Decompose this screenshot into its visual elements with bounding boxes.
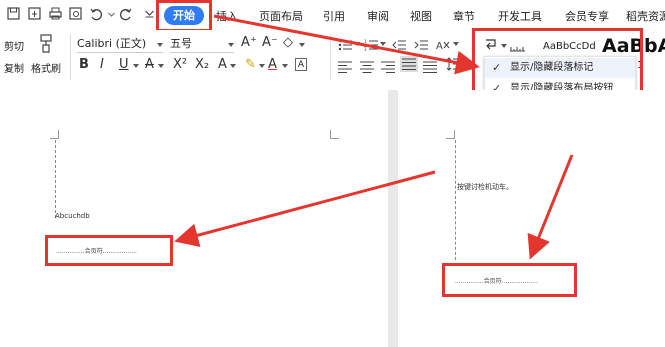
clear-format-dropdown-icon[interactable]	[299, 43, 305, 47]
bullet-list-icon[interactable]	[338, 36, 352, 51]
document-area: Abcuchdb 按键讨检机动车。	[0, 90, 665, 347]
numbered-list-icon[interactable]: 123	[364, 36, 378, 52]
font-size-select[interactable]: 五号	[170, 36, 234, 53]
align-right-icon[interactable]	[381, 58, 395, 73]
page-corner-mark	[446, 130, 455, 139]
font-name-dropdown-icon[interactable]	[157, 43, 163, 47]
page-corner-mark	[330, 130, 339, 139]
tab-section[interactable]: 章节	[453, 8, 475, 24]
tab-member[interactable]: 会员专享	[565, 8, 609, 24]
tab-insert[interactable]: 插入	[216, 8, 238, 24]
document-page-2[interactable]: 按键讨检机动车。	[398, 90, 665, 347]
underline-dropdown-icon[interactable]	[133, 64, 139, 68]
annotation-box-page-break-1: ...............合页符..................	[45, 235, 173, 266]
annotation-box-home-tab	[156, 0, 212, 32]
bold-icon[interactable]: B	[79, 58, 89, 72]
font-name-select[interactable]: Calibri (正文)	[77, 36, 163, 53]
export-pdf-icon[interactable]	[27, 6, 42, 21]
save-icon[interactable]	[6, 6, 21, 21]
underline-icon[interactable]: U	[119, 58, 129, 72]
tab-references[interactable]: 引用	[323, 8, 345, 24]
line-spacing-icon[interactable]	[446, 56, 460, 72]
font-color-icon[interactable]: A	[268, 58, 277, 72]
undo-dropdown-icon[interactable]	[104, 6, 115, 21]
chinese-layout-icon[interactable]: A	[436, 36, 450, 52]
print-icon[interactable]	[48, 6, 63, 21]
ribbon-divider	[70, 34, 71, 80]
print-preview-icon[interactable]	[68, 6, 83, 21]
strikethrough-icon[interactable]: A	[145, 58, 154, 72]
strikethrough-dropdown-icon[interactable]	[158, 64, 164, 68]
character-border-icon[interactable]: A	[295, 58, 307, 71]
decrease-font-icon[interactable]: A⁻	[262, 36, 278, 50]
increase-indent-icon[interactable]	[414, 36, 428, 50]
page-corner-mark	[50, 130, 59, 139]
bullet-list-dropdown-icon[interactable]	[354, 42, 360, 46]
customize-toolbar-icon[interactable]	[142, 6, 154, 21]
tab-review[interactable]: 审阅	[367, 8, 389, 24]
font-color-dropdown-icon[interactable]	[282, 64, 288, 68]
format-painter-button[interactable]: 格式刷	[31, 60, 61, 75]
svg-text:A: A	[436, 41, 443, 51]
italic-icon[interactable]: I	[100, 58, 104, 72]
tab-developer[interactable]: 开发工具	[498, 8, 542, 24]
redo-icon[interactable]	[118, 6, 133, 21]
decrease-indent-icon[interactable]	[392, 36, 406, 50]
change-case-dropdown-icon[interactable]	[230, 64, 236, 68]
undo-icon[interactable]	[89, 6, 104, 21]
change-case-icon[interactable]: A	[218, 58, 227, 72]
paragraph-mark-column	[55, 140, 60, 218]
superscript-icon[interactable]: X²	[173, 58, 187, 72]
annotation-box-page-break-2: ...............合页符...................	[442, 263, 577, 297]
font-size-value: 五号	[170, 37, 192, 50]
line-spacing-dropdown-icon[interactable]	[462, 64, 468, 68]
clear-format-icon[interactable]: ◇	[283, 36, 293, 50]
svg-text:3: 3	[364, 47, 367, 51]
body-text: Abcuchdb	[55, 212, 90, 220]
subscript-icon[interactable]: X₂	[195, 58, 209, 72]
page-break-field[interactable]: ...............合页符..................	[56, 246, 137, 255]
copy-button[interactable]: 复制	[4, 60, 24, 75]
paragraph-mark-column	[455, 140, 460, 260]
body-text: 按键讨检机动车。	[457, 183, 513, 191]
font-name-value: Calibri (正文)	[77, 37, 147, 50]
align-left-icon[interactable]	[338, 58, 352, 73]
distributed-align-icon[interactable]	[423, 58, 437, 73]
menu-bar: 开始 插入 页面布局 引用 审阅 视图 章节 开发工具 会员专享 稻壳资源	[0, 0, 665, 30]
document-page-1[interactable]: Abcuchdb	[0, 90, 388, 347]
page-break-field[interactable]: ...............合页符...................	[455, 276, 538, 285]
format-painter-icon[interactable]	[38, 34, 54, 54]
align-justify-icon[interactable]	[400, 56, 418, 72]
numbered-list-dropdown-icon[interactable]	[380, 42, 386, 46]
tab-view[interactable]: 视图	[410, 8, 432, 24]
font-size-dropdown-icon[interactable]	[228, 43, 234, 47]
tab-docer-resources[interactable]: 稻壳资源	[626, 8, 665, 24]
tab-page-layout[interactable]: 页面布局	[259, 8, 303, 24]
cut-button[interactable]: 剪切	[4, 38, 24, 53]
highlight-color-icon[interactable]: ✎	[245, 58, 256, 72]
increase-font-icon[interactable]: A⁺	[241, 36, 257, 50]
chinese-layout-dropdown-icon[interactable]	[453, 42, 459, 46]
align-center-icon[interactable]	[360, 58, 374, 73]
highlight-dropdown-icon[interactable]	[259, 64, 265, 68]
ribbon-divider	[330, 34, 331, 80]
